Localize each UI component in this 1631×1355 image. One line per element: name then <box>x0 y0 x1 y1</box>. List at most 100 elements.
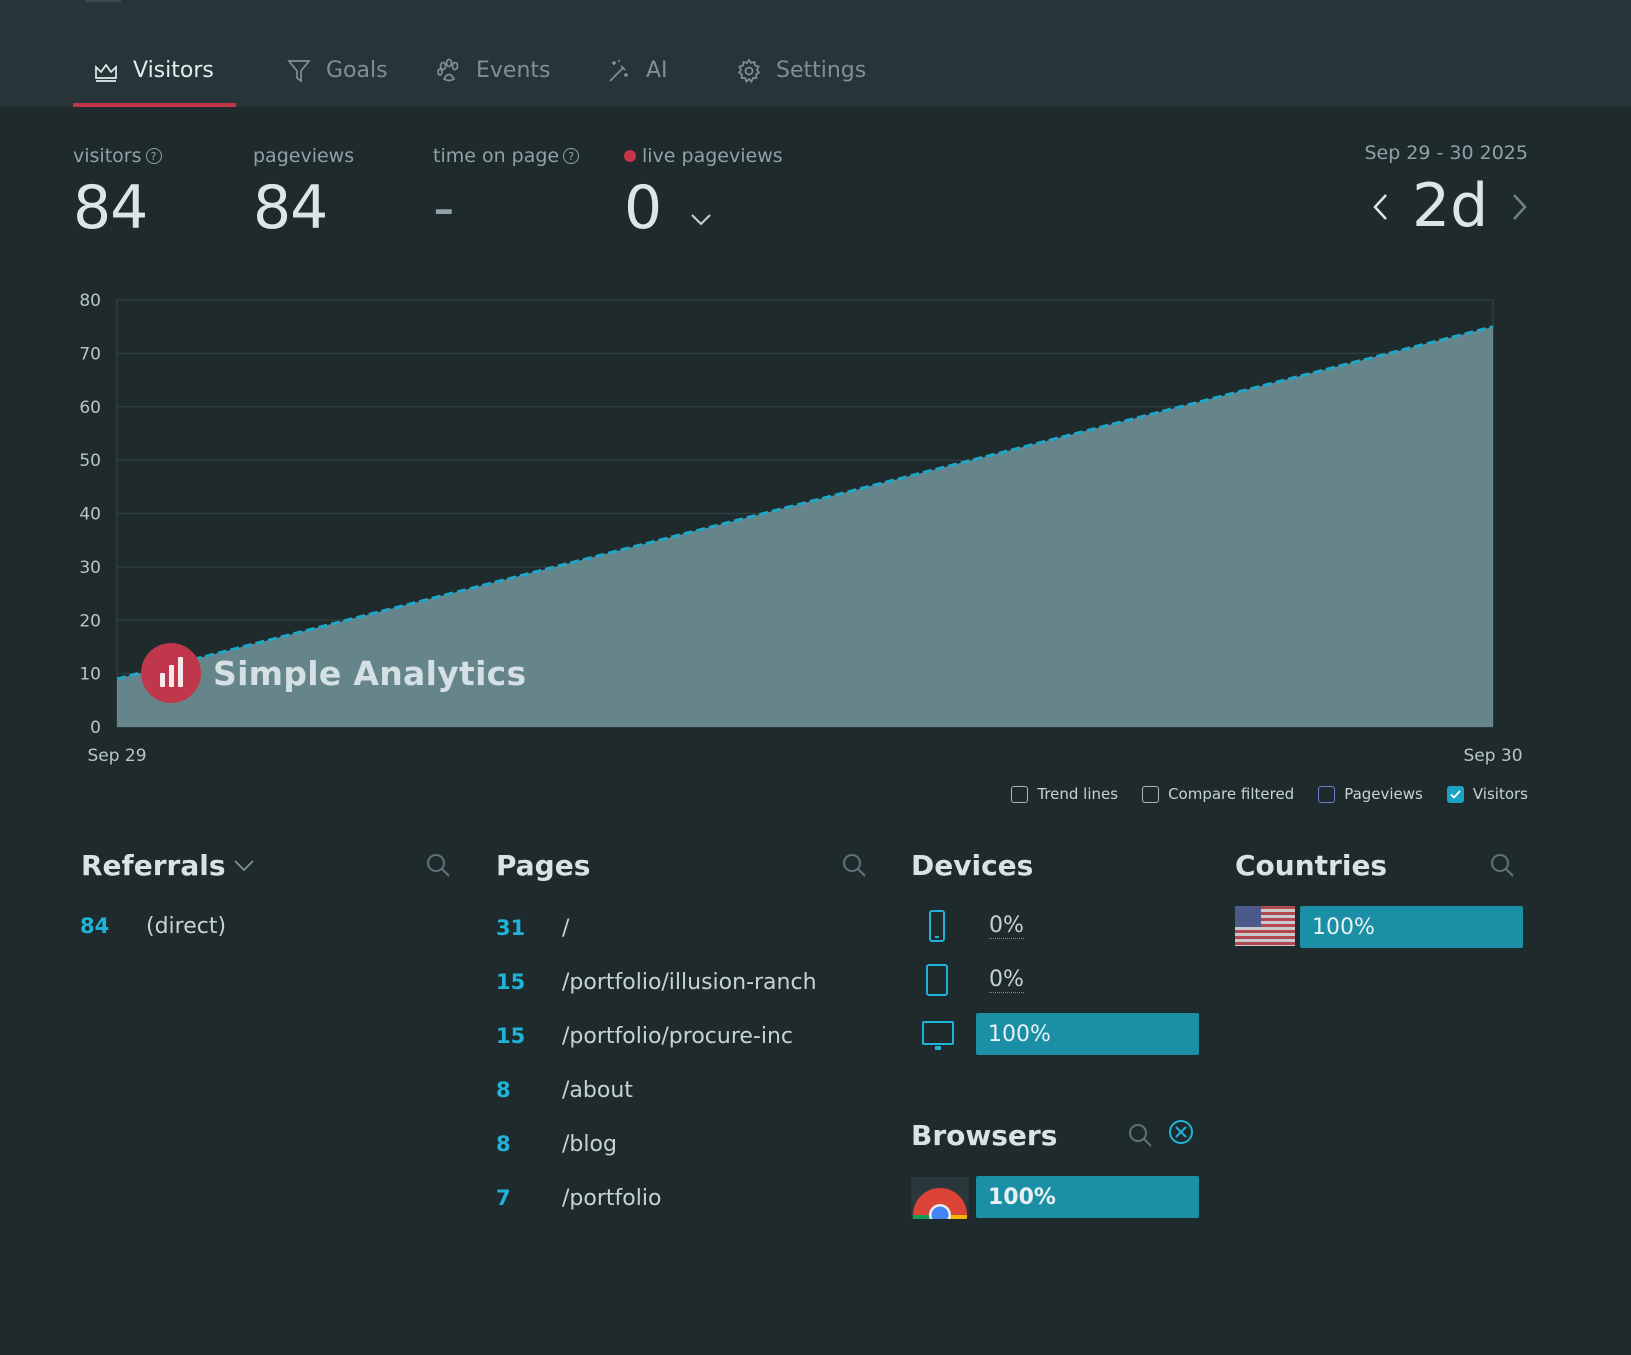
list-item[interactable]: 8 /about <box>496 1070 633 1110</box>
search-icon[interactable] <box>1488 851 1516 879</box>
funnel-icon <box>286 58 312 84</box>
stat-label: time on page <box>433 145 560 167</box>
toggle-trend-lines[interactable]: Trend lines <box>1011 785 1118 803</box>
search-icon[interactable] <box>1126 1121 1154 1149</box>
stat-value-row: 0 <box>624 174 783 245</box>
browsers-title: Browsers <box>911 1118 1058 1152</box>
devices-title: Devices <box>911 848 1034 882</box>
desktop-icon <box>921 1020 955 1056</box>
tab-events[interactable]: Events <box>416 58 576 107</box>
x-tick-label: Sep 30 <box>1463 746 1522 766</box>
y-tick-label: 70 <box>79 344 101 364</box>
device-percent[interactable]: 0% <box>989 968 1024 993</box>
chevron-left-icon[interactable] <box>1368 192 1394 222</box>
y-tick-label: 30 <box>79 558 101 578</box>
devices-panel: Devices <box>911 845 1201 885</box>
toggle-label: Trend lines <box>1037 785 1119 803</box>
tab-visitors[interactable]: Visitors <box>73 58 236 107</box>
stat-time-on-page[interactable]: time on page ? - <box>433 142 580 242</box>
search-icon[interactable] <box>424 851 452 879</box>
list-item[interactable]: 84 (direct) <box>80 906 226 946</box>
watermark-text: Simple Analytics <box>213 653 527 693</box>
top-navigation: Visitors Goals Events AI Settings <box>0 0 1631 107</box>
chevron-down-icon[interactable] <box>689 177 713 245</box>
close-icon[interactable] <box>1167 1118 1195 1146</box>
checkbox[interactable] <box>1011 785 1029 803</box>
tab-label: Goals <box>326 58 388 83</box>
stat-label: visitors <box>73 145 142 167</box>
stat-label: pageviews <box>253 145 355 167</box>
period-selector: 2d <box>1368 172 1528 242</box>
referrals-title[interactable]: Referrals <box>81 845 451 885</box>
toggle-label: Pageviews <box>1344 785 1423 803</box>
chevron-down-icon <box>233 860 254 872</box>
gear-icon <box>736 58 762 84</box>
tab-label: AI <box>646 58 668 83</box>
search-icon[interactable] <box>840 851 868 879</box>
y-tick-label: 60 <box>79 398 101 418</box>
pages-title: Pages <box>496 848 591 882</box>
page-count: 15 <box>496 1024 526 1048</box>
toggle-label: Compare filtered <box>1168 785 1295 803</box>
list-item[interactable]: 7 /portfolio <box>496 1178 661 1218</box>
page-path: /blog <box>562 1131 617 1157</box>
bar-chart-logo-icon <box>141 643 201 703</box>
country-bar[interactable]: 100% <box>1300 906 1523 948</box>
list-item[interactable]: 15 /portfolio/procure-inc <box>496 1016 793 1056</box>
panel-title: Referrals <box>81 848 226 882</box>
live-dot-icon <box>624 150 636 162</box>
page-path: / <box>562 915 570 941</box>
stat-value: 84 <box>73 173 148 243</box>
tab-label: Events <box>476 58 551 83</box>
tab-ai[interactable]: AI <box>586 58 686 107</box>
stat-live-pageviews[interactable]: live pageviews 0 <box>624 142 783 245</box>
toggle-visitors[interactable]: Visitors <box>1446 785 1528 803</box>
checkbox[interactable] <box>1318 785 1336 803</box>
stat-pageviews-label-row: pageviews <box>253 142 354 170</box>
toggle-pageviews[interactable]: Pageviews <box>1318 785 1423 803</box>
stat-pageviews[interactable]: pageviews 84 <box>253 142 354 242</box>
list-item[interactable]: 15 /portfolio/illusion-ranch <box>496 962 817 1002</box>
y-tick-label: 0 <box>90 718 101 738</box>
stat-value: 84 <box>253 173 328 243</box>
country-percent: 100% <box>1312 914 1375 940</box>
toggle-label: Visitors <box>1472 785 1528 803</box>
chrome-icon <box>911 1177 969 1223</box>
x-tick-label: Sep 29 <box>87 746 146 766</box>
crown-icon <box>93 58 119 84</box>
tab-goals[interactable]: Goals <box>266 58 406 107</box>
tab-label: Visitors <box>133 58 214 83</box>
checkbox[interactable] <box>1142 785 1160 803</box>
y-tick-label: 10 <box>79 665 101 685</box>
device-bar[interactable]: 100% <box>976 1013 1199 1055</box>
page-count: 7 <box>496 1186 511 1210</box>
page-count: 8 <box>496 1132 511 1156</box>
y-tick-label: 50 <box>79 451 101 471</box>
page-count: 8 <box>496 1078 511 1102</box>
us-flag-icon <box>1235 906 1295 950</box>
stat-live-label-row: live pageviews <box>624 142 783 170</box>
browser-bar[interactable]: 100% <box>976 1176 1199 1218</box>
referral-label: (direct) <box>146 913 227 939</box>
stat-time-label-row: time on page ? <box>433 142 580 170</box>
page-path: /portfolio/illusion-ranch <box>562 969 817 995</box>
tab-settings[interactable]: Settings <box>716 58 886 107</box>
help-icon[interactable]: ? <box>563 148 580 164</box>
stat-visitors[interactable]: visitors ? 84 <box>73 142 162 242</box>
stat-value: 0 <box>624 173 662 243</box>
chevron-right-icon[interactable] <box>1506 192 1532 222</box>
list-item[interactable]: 8 /blog <box>496 1124 617 1164</box>
page-path: /portfolio <box>562 1185 662 1211</box>
paw-icon <box>436 58 462 84</box>
period-value[interactable]: 2d <box>1412 172 1488 240</box>
checkbox-checked[interactable] <box>1446 785 1464 803</box>
page-path: /about <box>562 1077 633 1103</box>
page-count: 15 <box>496 970 526 994</box>
list-item[interactable]: 31 / <box>496 908 569 948</box>
help-icon[interactable]: ? <box>145 148 162 164</box>
device-percent[interactable]: 0% <box>989 914 1024 939</box>
chart-toggles: Trend lines Compare filtered Pageviews V… <box>987 785 1528 803</box>
tab-bar: Visitors Goals Events AI Settings <box>73 58 886 107</box>
pages-panel: Pages <box>496 845 876 885</box>
toggle-compare-filtered[interactable]: Compare filtered <box>1142 785 1294 803</box>
